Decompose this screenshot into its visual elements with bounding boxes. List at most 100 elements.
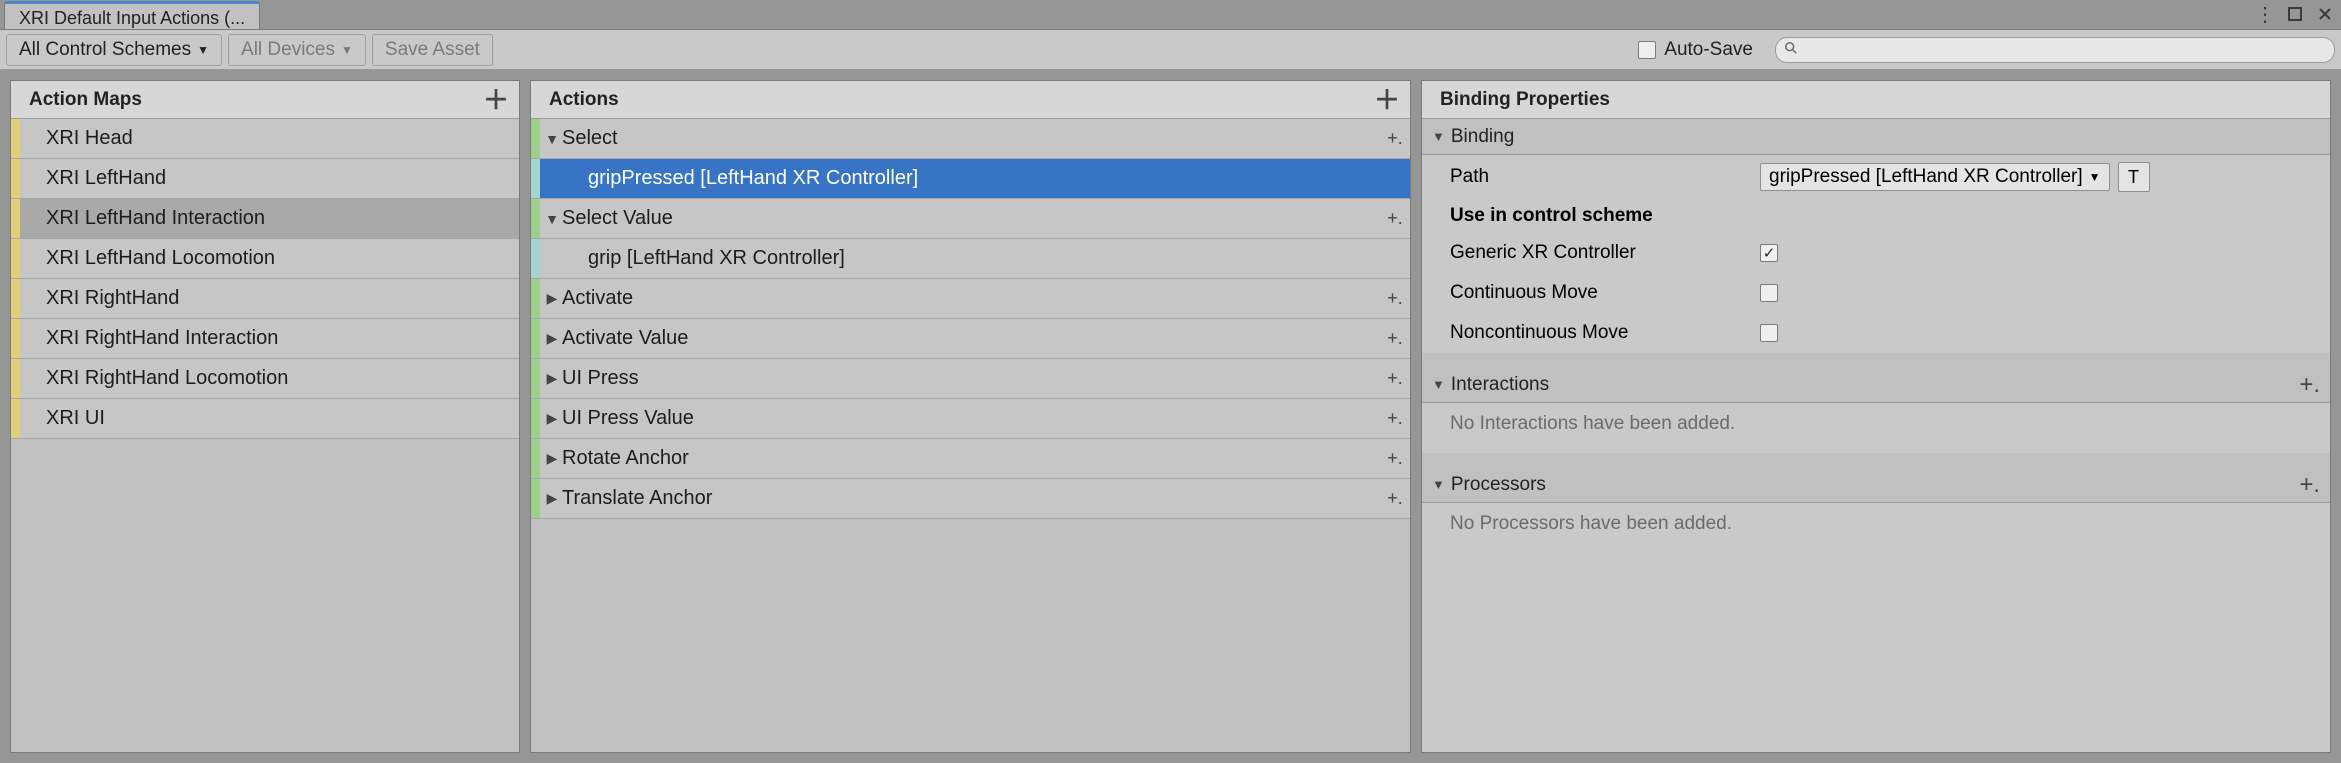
action-item[interactable]: ▶ Activate +. [531, 279, 1410, 319]
expand-toggle-icon[interactable]: ▶ [542, 330, 562, 347]
add-binding-button[interactable]: +. [1380, 408, 1410, 429]
add-action-button[interactable]: ＋ [1374, 87, 1400, 113]
path-label: Path [1450, 166, 1760, 188]
autosave-toggle[interactable]: Auto-Save [1638, 39, 1753, 61]
action-map-item[interactable]: XRI Head [11, 119, 519, 159]
binding-section-header[interactable]: ▼ Binding [1422, 119, 2330, 155]
t-button-label: T [2128, 167, 2139, 188]
action-label: UI Press [562, 367, 1380, 390]
action-map-item[interactable]: XRI LeftHand Interaction [11, 199, 519, 239]
add-binding-button[interactable]: +. [1380, 328, 1410, 349]
actions-header: Actions ＋ [531, 81, 1410, 119]
action-maps-list: XRI Head XRI LeftHand XRI LeftHand Inter… [11, 119, 519, 752]
search-input[interactable] [1804, 40, 2326, 60]
processors-section-header[interactable]: ▼ Processors +. [1422, 467, 2330, 503]
add-binding-button[interactable]: +. [1380, 448, 1410, 469]
interactions-empty-text: No Interactions have been added. [1422, 403, 2330, 453]
search-icon [1784, 41, 1798, 59]
toolbar: All Control Schemes ▼ All Devices ▼ Save… [0, 30, 2341, 70]
color-bar [531, 239, 540, 278]
add-processor-button[interactable]: +. [2299, 471, 2320, 499]
expand-toggle-icon[interactable]: ▶ [542, 290, 562, 307]
expand-toggle-icon[interactable]: ▶ [542, 450, 562, 467]
tab-bar: XRI Default Input Actions (... ⋮ [0, 0, 2341, 30]
control-schemes-label: All Control Schemes [19, 39, 191, 61]
scheme-checkbox[interactable] [1760, 284, 1778, 302]
action-map-label: XRI RightHand Interaction [46, 327, 278, 350]
add-binding-button[interactable]: +. [1380, 208, 1410, 229]
actions-panel: Actions ＋ ▼ Select +. gripPressed [LeftH… [530, 80, 1411, 753]
asset-tab[interactable]: XRI Default Input Actions (... [4, 1, 260, 29]
action-item[interactable]: ▶ Translate Anchor +. [531, 479, 1410, 519]
scheme-label: Continuous Move [1450, 282, 1760, 304]
chevron-down-icon: ▼ [2089, 170, 2101, 184]
color-bar [531, 119, 540, 158]
action-map-item[interactable]: XRI UI [11, 399, 519, 439]
save-asset-button[interactable]: Save Asset [372, 34, 493, 66]
input-actions-window: XRI Default Input Actions (... ⋮ All Con… [0, 0, 2341, 763]
action-map-item[interactable]: XRI LeftHand Locomotion [11, 239, 519, 279]
action-item[interactable]: ▶ UI Press Value +. [531, 399, 1410, 439]
action-maps-header: Action Maps ＋ [11, 81, 519, 119]
action-item[interactable]: ▶ Activate Value +. [531, 319, 1410, 359]
action-map-item[interactable]: XRI RightHand Interaction [11, 319, 519, 359]
action-map-label: XRI LeftHand [46, 167, 166, 190]
add-action-map-button[interactable]: ＋ [483, 87, 509, 113]
action-map-item[interactable]: XRI RightHand Locomotion [11, 359, 519, 399]
scheme-checkbox[interactable]: ✓ [1760, 244, 1778, 262]
chevron-down-icon: ▼ [341, 43, 353, 57]
interactions-section-header[interactable]: ▼ Interactions +. [1422, 367, 2330, 403]
action-item[interactable]: ▼ Select +. [531, 119, 1410, 159]
path-dropdown[interactable]: gripPressed [LeftHand XR Controller] ▼ [1760, 163, 2110, 191]
use-scheme-label: Use in control scheme [1450, 205, 1653, 226]
processors-title: Processors [1451, 474, 1546, 496]
binding-item[interactable]: gripPressed [LeftHand XR Controller] [531, 159, 1410, 199]
action-item[interactable]: ▶ UI Press +. [531, 359, 1410, 399]
action-label: UI Press Value [562, 407, 1380, 430]
control-schemes-dropdown[interactable]: All Control Schemes ▼ [6, 34, 222, 66]
add-binding-button[interactable]: +. [1380, 288, 1410, 309]
search-field[interactable] [1775, 37, 2335, 63]
autosave-checkbox[interactable] [1638, 41, 1656, 59]
use-in-control-scheme-header: Use in control scheme [1422, 199, 2330, 233]
binding-item[interactable]: grip [LeftHand XR Controller] [531, 239, 1410, 279]
action-map-label: XRI LeftHand Interaction [46, 207, 265, 230]
action-label: Activate [562, 287, 1380, 310]
expand-toggle-icon[interactable]: ▶ [542, 370, 562, 387]
color-bar [531, 199, 540, 238]
action-maps-title: Action Maps [29, 89, 142, 111]
add-binding-button[interactable]: +. [1380, 128, 1410, 149]
expand-toggle-icon[interactable]: ▶ [542, 490, 562, 507]
add-interaction-button[interactable]: +. [2299, 371, 2320, 399]
expand-toggle-icon[interactable]: ▼ [542, 131, 562, 147]
color-bar [531, 319, 540, 358]
chevron-down-icon: ▼ [197, 43, 209, 57]
binding-properties-panel: Binding Properties ▼ Binding Path gripPr… [1421, 80, 2331, 753]
add-binding-button[interactable]: +. [1380, 368, 1410, 389]
expand-toggle-icon[interactable]: ▼ [542, 211, 562, 227]
chevron-down-icon: ▼ [1432, 129, 1445, 144]
action-map-item[interactable]: XRI RightHand [11, 279, 519, 319]
path-value: gripPressed [LeftHand XR Controller] [1769, 166, 2083, 188]
action-map-label: XRI RightHand Locomotion [46, 367, 288, 390]
action-label: Select Value [562, 207, 1380, 230]
action-item[interactable]: ▶ Rotate Anchor +. [531, 439, 1410, 479]
maximize-icon[interactable] [2285, 4, 2305, 24]
add-binding-button[interactable]: +. [1380, 488, 1410, 509]
action-label: Select [562, 127, 1380, 150]
path-text-toggle-button[interactable]: T [2118, 162, 2150, 192]
kebab-menu-icon[interactable]: ⋮ [2255, 4, 2275, 24]
binding-properties-title: Binding Properties [1440, 89, 1610, 111]
action-label: Translate Anchor [562, 487, 1380, 510]
color-bar [531, 399, 540, 438]
devices-dropdown[interactable]: All Devices ▼ [228, 34, 366, 66]
devices-label: All Devices [241, 39, 335, 61]
action-item[interactable]: ▼ Select Value +. [531, 199, 1410, 239]
action-map-item[interactable]: XRI LeftHand [11, 159, 519, 199]
color-bar [531, 439, 540, 478]
close-icon[interactable] [2315, 4, 2335, 24]
actions-title: Actions [549, 89, 619, 111]
scheme-checkbox[interactable] [1760, 324, 1778, 342]
scheme-row: Noncontinuous Move [1422, 313, 2330, 353]
expand-toggle-icon[interactable]: ▶ [542, 410, 562, 427]
